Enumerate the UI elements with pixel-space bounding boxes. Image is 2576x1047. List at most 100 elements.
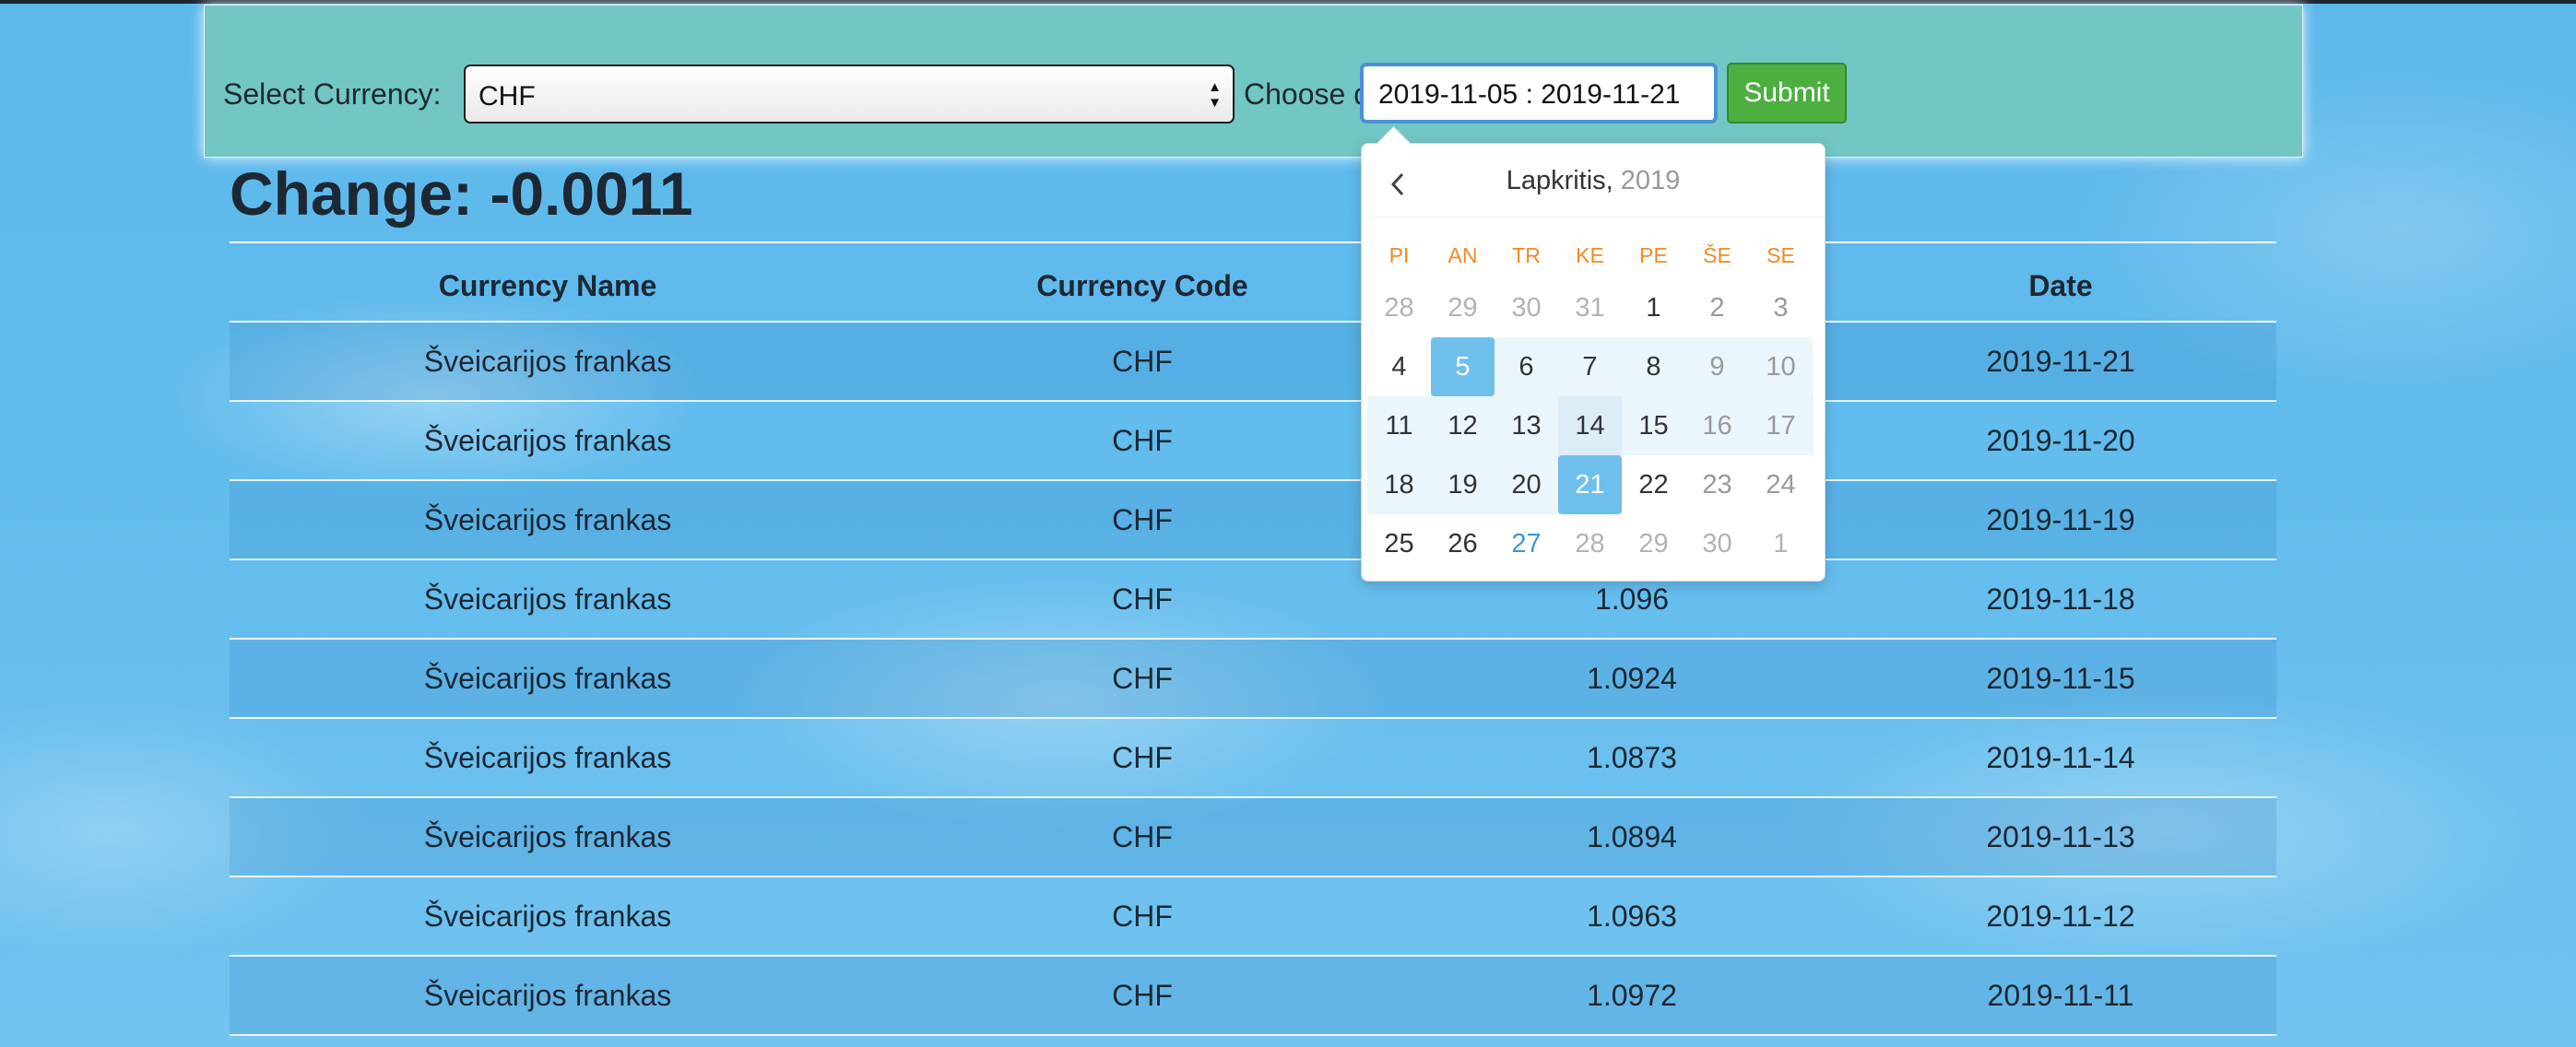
chevron-left-icon[interactable]: [1384, 164, 1412, 201]
cell-rate: 1.0963: [1587, 900, 1677, 933]
calendar-day[interactable]: 5: [1431, 337, 1495, 396]
header-date: Date: [2028, 269, 2093, 302]
header-currency-name: Currency Name: [438, 269, 657, 302]
weekday-label: PE: [1639, 243, 1668, 267]
cell-date: 2019-11-13: [1986, 820, 2135, 853]
currency-select-value: CHF: [479, 81, 536, 112]
calendar-day[interactable]: 11: [1367, 396, 1431, 455]
calendar-day[interactable]: 30: [1495, 278, 1558, 337]
cell-name: Šveicarijos frankas: [423, 424, 672, 457]
calendar-day[interactable]: 23: [1685, 455, 1749, 514]
cell-name: Šveicarijos frankas: [423, 820, 672, 853]
calendar-day[interactable]: 6: [1495, 337, 1558, 396]
top-border: [0, 0, 2576, 4]
calendar-day[interactable]: 4: [1367, 337, 1431, 396]
filter-panel: Select Currency: CHF ▲▼ Choose date: Fro…: [204, 5, 2303, 158]
calendar-day[interactable]: 9: [1685, 337, 1749, 396]
calendar-day[interactable]: 16: [1685, 396, 1749, 455]
calendar-day[interactable]: 3: [1749, 278, 1813, 337]
cell-code: CHF: [1112, 741, 1173, 774]
cell-code: CHF: [1112, 345, 1173, 378]
cell-code: CHF: [1112, 900, 1173, 933]
cell-name: Šveicarijos frankas: [423, 662, 672, 695]
cell-code: CHF: [1112, 820, 1173, 853]
calendar-day[interactable]: 8: [1622, 337, 1685, 396]
calendar-day[interactable]: 29: [1622, 514, 1685, 573]
calendar-day[interactable]: 22: [1622, 455, 1685, 514]
cell-name: Šveicarijos frankas: [423, 741, 672, 774]
cell-rate: 1.096: [1594, 582, 1670, 616]
calendar-day[interactable]: 19: [1431, 455, 1495, 514]
table-row: Šveicarijos frankas CHF 2019-11-20: [230, 402, 2276, 481]
table-row: Šveicarijos frankas CHF 1.096 2019-11-18: [230, 560, 2276, 640]
calendar-day[interactable]: 1: [1622, 278, 1685, 337]
calendar-day[interactable]: 25: [1367, 514, 1431, 573]
calendar-day[interactable]: 27: [1495, 514, 1558, 573]
weekday-label: KE: [1576, 243, 1604, 267]
calendar-day[interactable]: 31: [1558, 278, 1622, 337]
cell-date: 2019-11-20: [1986, 424, 2135, 457]
header-currency-code: Currency Code: [1036, 269, 1248, 302]
cell-code: CHF: [1112, 424, 1173, 457]
weekday-label: SE: [1767, 243, 1795, 267]
change-value: Change: -0.0011: [230, 159, 693, 228]
cell-date: 2019-11-15: [1986, 662, 2135, 695]
date-range-value: 2019-11-05 : 2019-11-21: [1378, 79, 1681, 110]
table-row: Šveicarijos frankas CHF 2019-11-19: [230, 481, 2276, 560]
weekday-label: TR: [1512, 243, 1541, 267]
row-divider: [230, 1034, 2276, 1036]
currency-select[interactable]: CHF ▲ ▼: [464, 65, 1235, 124]
calendar-day[interactable]: 29: [1431, 278, 1495, 337]
calendar-day[interactable]: 30: [1685, 514, 1749, 573]
cell-code: CHF: [1112, 662, 1173, 695]
calendar-day[interactable]: 26: [1431, 514, 1495, 573]
calendar-month: Lapkritis,: [1506, 166, 1613, 195]
cell-rate: 1.0924: [1587, 662, 1677, 695]
calendar-day[interactable]: 2: [1685, 278, 1749, 337]
calendar-year: 2019: [1620, 166, 1681, 195]
table-row: Šveicarijos frankas CHF 1.0873 2019-11-14: [230, 719, 2276, 798]
cell-rate: 1.0873: [1587, 741, 1677, 774]
calendar-day[interactable]: 1: [1749, 514, 1813, 573]
cell-date: 2019-11-21: [1986, 345, 2135, 378]
cell-date: 2019-11-11: [1987, 979, 2134, 1012]
calendar-title: Lapkritis, 2019: [1362, 166, 1825, 196]
cell-rate: 1.0894: [1587, 820, 1677, 853]
cell-name: Šveicarijos frankas: [423, 979, 672, 1012]
weekday-label: AN: [1448, 243, 1478, 267]
select-currency-label: Select Currency:: [223, 77, 442, 111]
table-row: Šveicarijos frankas CHF 1.0894 2019-11-13: [230, 798, 2276, 877]
calendar-day[interactable]: 28: [1367, 278, 1431, 337]
up-down-arrows-icon: ▲ ▼: [1208, 79, 1222, 111]
calendar-day[interactable]: 14: [1558, 396, 1622, 455]
cell-date: 2019-11-12: [1986, 900, 2135, 933]
calendar-day[interactable]: 18: [1367, 455, 1431, 514]
cell-name: Šveicarijos frankas: [423, 503, 672, 536]
calendar-day[interactable]: 17: [1749, 396, 1813, 455]
calendar-day[interactable]: 24: [1749, 455, 1813, 514]
cell-code: CHF: [1112, 582, 1173, 616]
calendar-day[interactable]: 12: [1431, 396, 1495, 455]
date-picker-calendar: Lapkritis, 2019 PI AN TR KE PE ŠE SE 28 29 30 31 1 2…: [1361, 125, 1826, 582]
submit-button[interactable]: Submit: [1727, 63, 1847, 124]
cell-name: Šveicarijos frankas: [423, 900, 672, 933]
cell-code: CHF: [1112, 503, 1173, 536]
cell-date: 2019-11-14: [1986, 741, 2135, 774]
weekday-label: PI: [1388, 243, 1410, 267]
date-range-input[interactable]: 2019-11-05 : 2019-11-21: [1360, 63, 1718, 124]
table-row: Šveicarijos frankas CHF 1.0972 2019-11-11: [230, 957, 2276, 1036]
calendar-day[interactable]: 28: [1558, 514, 1622, 573]
cell-code: CHF: [1112, 979, 1173, 1012]
calendar-day[interactable]: 10: [1749, 337, 1813, 396]
calendar-day[interactable]: 20: [1495, 455, 1558, 514]
calendar-day[interactable]: 13: [1495, 396, 1558, 455]
cell-date: 2019-11-19: [1986, 503, 2135, 536]
calendar-header-divider: [1362, 217, 1825, 218]
calendar-day[interactable]: 21: [1558, 455, 1622, 514]
calendar-day[interactable]: 7: [1558, 337, 1622, 396]
table-row: Šveicarijos frankas CHF 1.0963 2019-11-12: [230, 877, 2276, 957]
weekday-label: ŠE: [1703, 243, 1731, 267]
table-row: Šveicarijos frankas CHF 1.0924 2019-11-15: [230, 640, 2276, 719]
calendar-day[interactable]: 15: [1622, 396, 1685, 455]
table-top-border: [230, 241, 2276, 243]
